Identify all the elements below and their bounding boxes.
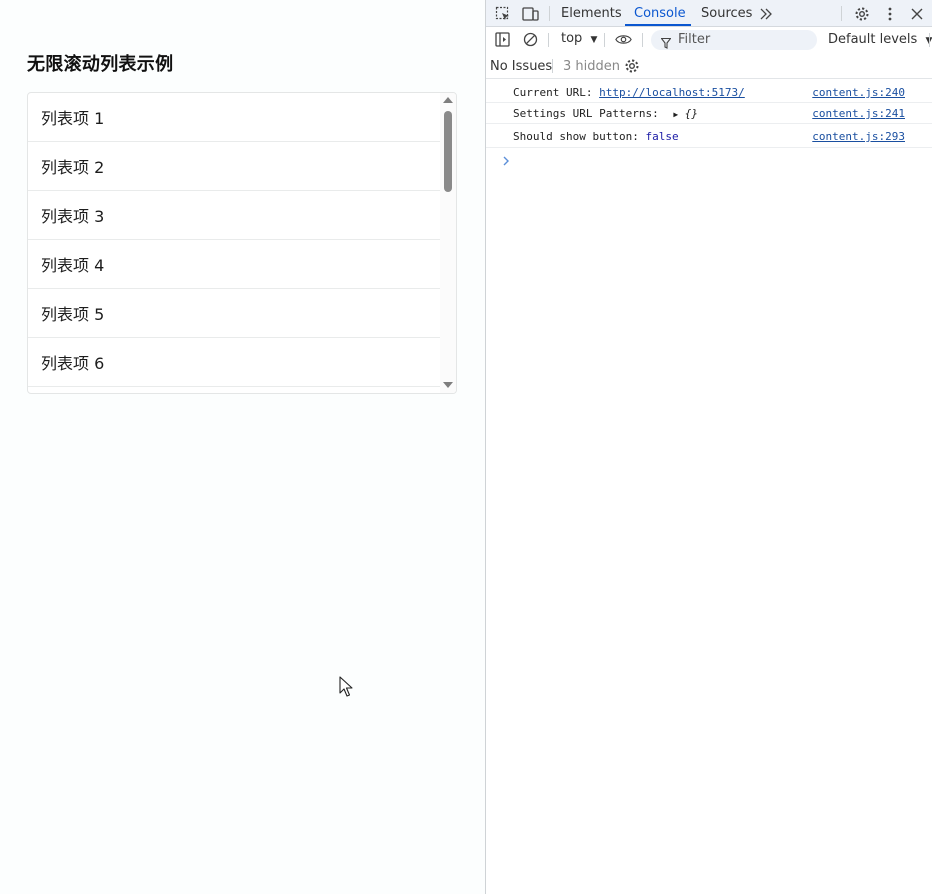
filter-input[interactable]: Filter xyxy=(651,30,817,50)
console-log-row: Should show button: false content.js:293 xyxy=(486,124,932,148)
filter-placeholder: Filter xyxy=(678,32,711,47)
hidden-messages-count: 3 hidden xyxy=(563,59,620,74)
devtools-panel: Elements Console Sources top ▼ Filter De… xyxy=(485,0,932,894)
issues-count[interactable]: No Issues xyxy=(490,59,552,74)
filter-funnel-icon xyxy=(660,34,672,53)
list-item[interactable]: 列表项 2 xyxy=(28,142,441,191)
clear-console-icon[interactable] xyxy=(522,31,539,48)
sidebar-toggle-icon[interactable] xyxy=(494,31,511,48)
console-prompt-chevron-icon[interactable] xyxy=(502,155,510,170)
log-source-link[interactable]: content.js:240 xyxy=(812,86,905,99)
issues-bar: No Issues 3 hidden xyxy=(486,53,932,79)
scroll-up-arrow-icon[interactable] xyxy=(443,97,453,103)
tab-elements[interactable]: Elements xyxy=(561,0,622,27)
inspect-element-icon[interactable] xyxy=(494,5,511,22)
context-selector[interactable]: top ▼ xyxy=(561,31,597,46)
console-settings-gear-icon[interactable] xyxy=(623,57,640,74)
tab-console[interactable]: Console xyxy=(634,0,686,27)
console-log-row: Current URL: http://localhost:5173/ cont… xyxy=(486,80,932,103)
close-icon[interactable] xyxy=(908,5,925,22)
web-page: 无限滚动列表示例 列表项 1 列表项 2 列表项 3 列表项 4 列表项 5 列… xyxy=(0,0,485,894)
console-toolbar: top ▼ Filter Default levels ▼ xyxy=(486,27,932,53)
expand-triangle-icon[interactable]: ▶ xyxy=(673,110,678,119)
log-boolean-value: false xyxy=(645,130,679,143)
list-item[interactable]: 列表项 6 xyxy=(28,338,441,387)
devtools-tab-bar: Elements Console Sources xyxy=(486,0,932,27)
live-expression-eye-icon[interactable] xyxy=(615,31,632,48)
dropdown-arrow-icon: ▼ xyxy=(590,35,598,45)
scrollbar[interactable] xyxy=(440,93,456,393)
active-tab-indicator xyxy=(625,24,691,26)
page-title: 无限滚动列表示例 xyxy=(27,54,174,75)
settings-gear-icon[interactable] xyxy=(853,5,870,22)
list-item[interactable]: 列表项 3 xyxy=(28,191,441,240)
log-source-link[interactable]: content.js:293 xyxy=(812,130,905,143)
console-log-row: Settings URL Patterns: ▶ {} content.js:2… xyxy=(486,103,932,124)
log-source-link[interactable]: content.js:241 xyxy=(812,107,905,120)
list-item[interactable]: 列表项 1 xyxy=(28,93,441,142)
scrollbar-thumb[interactable] xyxy=(444,111,452,192)
tab-sources[interactable]: Sources xyxy=(701,0,752,27)
scroll-down-arrow-icon[interactable] xyxy=(443,382,453,388)
log-url-link[interactable]: http://localhost:5173/ xyxy=(599,86,745,99)
mouse-cursor-icon xyxy=(339,676,353,697)
console-messages: Current URL: http://localhost:5173/ cont… xyxy=(486,80,932,166)
log-levels-dropdown[interactable]: Default levels ▼ xyxy=(828,32,932,47)
infinite-scroll-list[interactable]: 列表项 1 列表项 2 列表项 3 列表项 4 列表项 5 列表项 6 xyxy=(27,92,457,394)
more-options-icon[interactable] xyxy=(881,5,898,22)
list-item[interactable]: 列表项 4 xyxy=(28,240,441,289)
more-tabs-chevron-icon[interactable] xyxy=(757,5,774,22)
list-item[interactable]: 列表项 5 xyxy=(28,289,441,338)
device-toolbar-icon[interactable] xyxy=(522,5,539,22)
log-object-value[interactable]: {} xyxy=(685,107,698,120)
